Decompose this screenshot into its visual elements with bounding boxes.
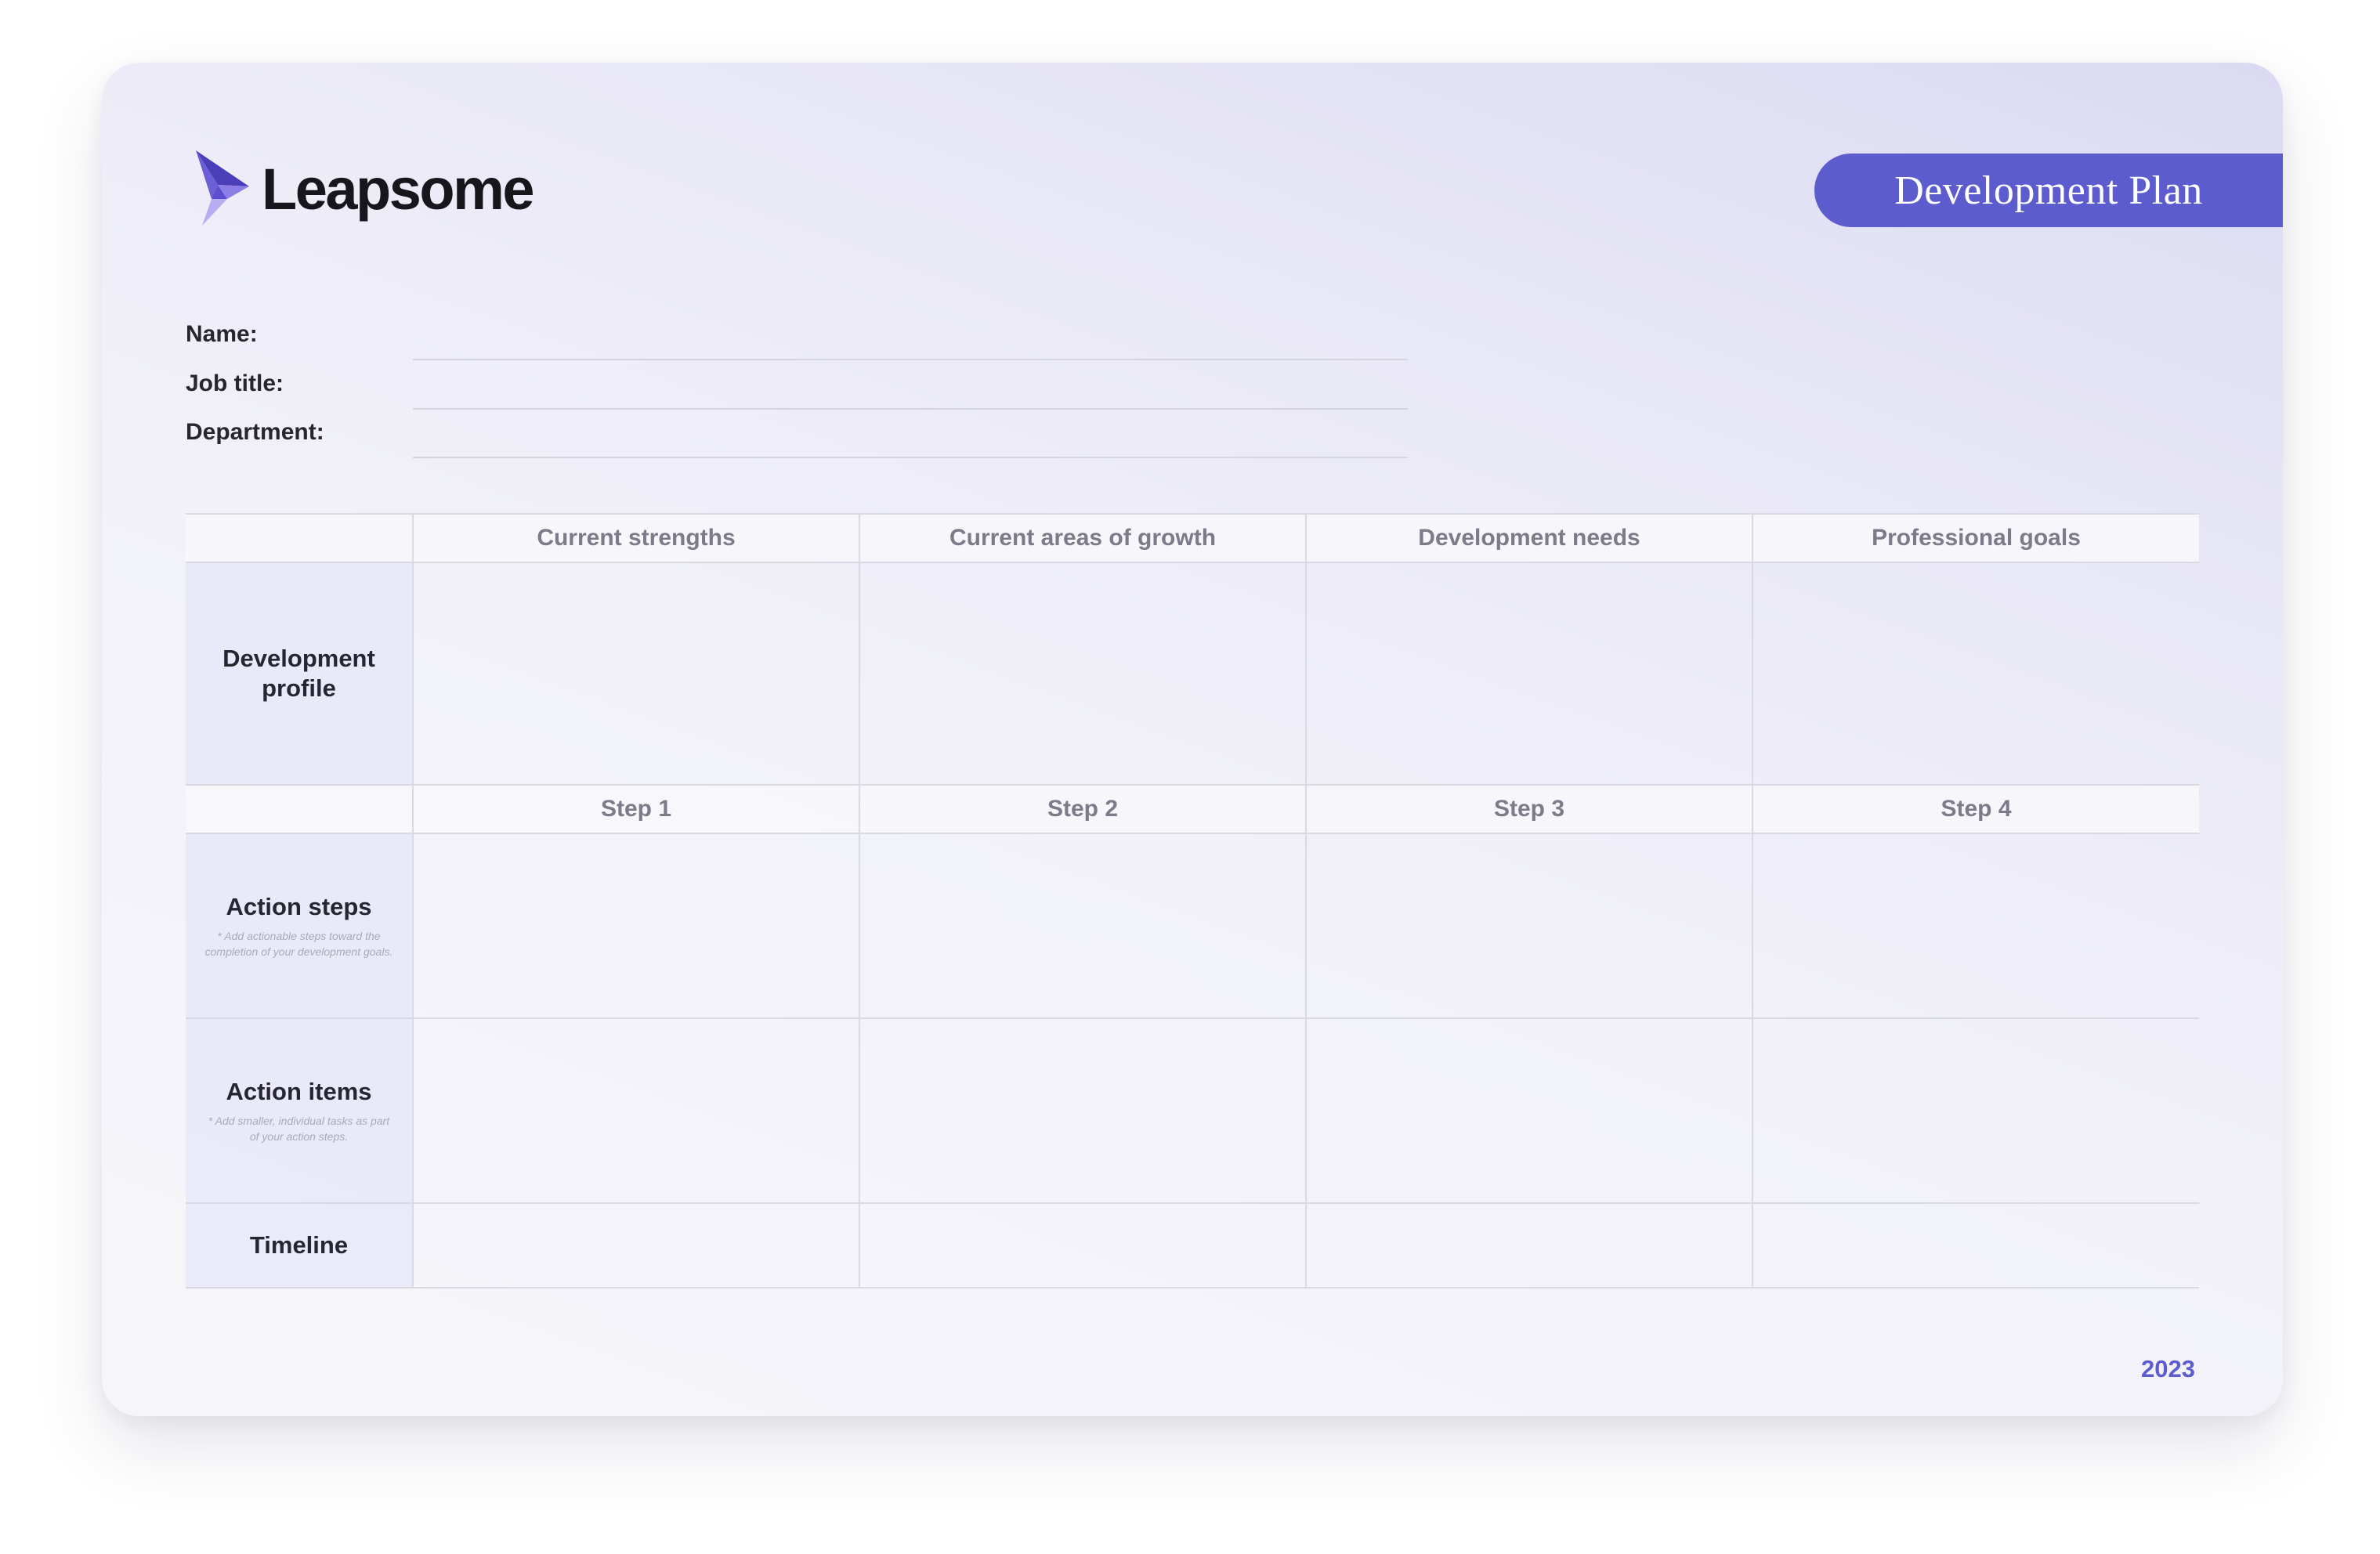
header-step-3: Step 3 <box>1305 784 1753 834</box>
action-steps-label: Action steps <box>226 893 372 920</box>
cell-development-needs[interactable] <box>1305 562 1753 786</box>
row-head-action-items: Action items * Add smaller, individual t… <box>186 1017 414 1204</box>
cell-timeline-2[interactable] <box>859 1202 1307 1288</box>
development-profile-label: Development profile <box>222 645 375 702</box>
cell-timeline-4[interactable] <box>1752 1202 2199 1288</box>
paper-plane-bird-icon <box>194 150 251 227</box>
action-steps-row: Action steps * Add actionable steps towa… <box>186 833 2199 1019</box>
department-input-line[interactable] <box>413 457 1408 458</box>
cell-timeline-3[interactable] <box>1305 1202 1753 1288</box>
job-title-field[interactable]: Job title: <box>186 363 1408 410</box>
header-step-1: Step 1 <box>412 784 860 834</box>
leapsome-logo: Leapsome <box>194 150 535 227</box>
name-input-line[interactable] <box>413 359 1408 360</box>
cell-action-item-1[interactable] <box>412 1017 860 1204</box>
cell-action-step-1[interactable] <box>412 833 860 1019</box>
step-corner-cell <box>186 784 414 834</box>
cell-current-strengths[interactable] <box>412 562 860 786</box>
job-title-label: Job title: <box>186 370 284 396</box>
step-header-row: Step 1 Step 2 Step 3 Step 4 <box>186 784 2199 834</box>
header-development-needs: Development needs <box>1305 513 1753 563</box>
header-current-areas-of-growth: Current areas of growth <box>859 513 1307 563</box>
year-label: 2023 <box>2141 1355 2195 1382</box>
action-items-row: Action items * Add smaller, individual t… <box>186 1017 2199 1204</box>
department-label: Department: <box>186 419 324 445</box>
header-professional-goals: Professional goals <box>1752 513 2199 563</box>
action-items-label: Action items <box>226 1078 372 1105</box>
cell-action-step-2[interactable] <box>859 833 1307 1019</box>
cell-action-item-3[interactable] <box>1305 1017 1753 1204</box>
cell-current-areas-of-growth[interactable] <box>859 562 1307 786</box>
name-label: Name: <box>186 321 258 347</box>
row-head-timeline: Timeline <box>186 1202 414 1288</box>
development-plan-card: Leapsome Development Plan Name: Job titl… <box>102 63 2283 1416</box>
timeline-row: Timeline <box>186 1202 2199 1288</box>
cell-professional-goals[interactable] <box>1752 562 2199 786</box>
job-title-input-line[interactable] <box>413 408 1408 410</box>
action-items-note: * Add smaller, individual tasks as part … <box>208 1115 390 1143</box>
name-field[interactable]: Name: <box>186 313 1408 360</box>
brand-name: Leapsome <box>262 156 535 222</box>
cell-action-step-3[interactable] <box>1305 833 1753 1019</box>
document-title: Development Plan <box>1894 168 2203 213</box>
development-plan-table: Current strengths Current areas of growt… <box>186 513 2199 1288</box>
timeline-label: Timeline <box>249 1231 349 1259</box>
row-head-action-steps: Action steps * Add actionable steps towa… <box>186 833 414 1019</box>
department-field[interactable]: Department: <box>186 411 1408 458</box>
cell-timeline-1[interactable] <box>412 1202 860 1288</box>
table-corner-cell <box>186 513 414 563</box>
header-step-2: Step 2 <box>859 784 1307 834</box>
header-step-4: Step 4 <box>1752 784 2199 834</box>
cell-action-item-2[interactable] <box>859 1017 1307 1204</box>
profile-header-row: Current strengths Current areas of growt… <box>186 513 2199 563</box>
action-steps-note: * Add actionable steps toward the comple… <box>204 930 393 958</box>
cell-action-step-4[interactable] <box>1752 833 2199 1019</box>
cell-action-item-4[interactable] <box>1752 1017 2199 1204</box>
development-profile-row: Development profile <box>186 562 2199 786</box>
row-head-development-profile: Development profile <box>186 562 414 786</box>
title-banner: Development Plan <box>1814 154 2283 227</box>
header-current-strengths: Current strengths <box>412 513 860 563</box>
